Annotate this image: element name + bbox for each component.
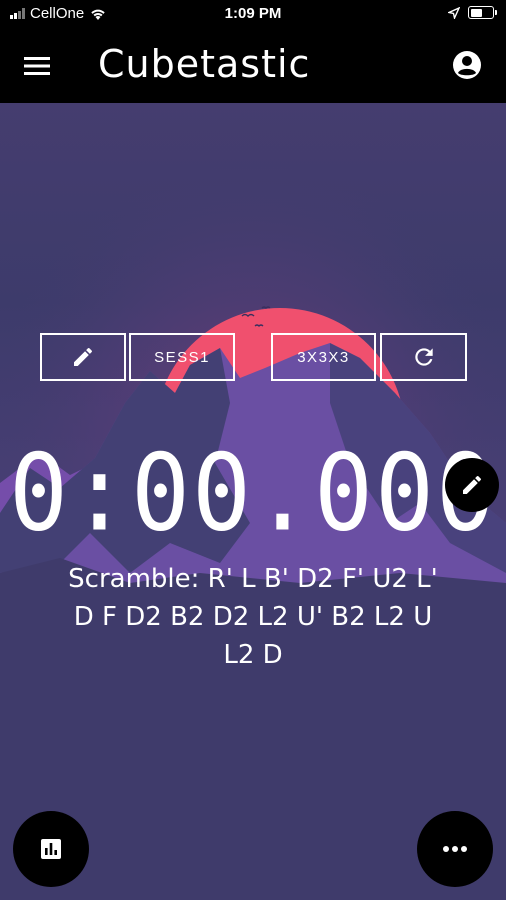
account-circle-icon: [453, 51, 481, 79]
location-arrow-icon: [448, 6, 460, 19]
app-bar: Cubetastic: [0, 28, 506, 103]
more-options-button[interactable]: [417, 811, 493, 887]
puzzle-type-button[interactable]: 3X3X3: [271, 333, 376, 381]
menu-button[interactable]: [24, 54, 52, 78]
refresh-scramble-button[interactable]: [380, 333, 467, 381]
status-right: [448, 6, 497, 19]
more-horizontal-icon: [443, 846, 467, 852]
scramble-text: Scramble: R' L B' D2 F' U2 L' D F D2 B2 …: [68, 564, 438, 670]
edit-time-button[interactable]: [445, 458, 499, 512]
stats-button[interactable]: [13, 811, 89, 887]
bar-chart-icon: [41, 839, 61, 859]
refresh-icon: [414, 348, 433, 366]
app-screen: CellOne 1:09 PM Cubetastic SESS1 3X3X3 0…: [0, 0, 506, 900]
account-button[interactable]: [452, 50, 482, 80]
session-label: SESS1: [154, 348, 210, 366]
app-title: Cubetastic: [98, 42, 311, 86]
timer-display[interactable]: 0:00.000: [0, 441, 506, 547]
battery-level: [470, 8, 483, 17]
pencil-icon: [463, 475, 482, 494]
edit-session-button[interactable]: [40, 333, 126, 381]
session-button[interactable]: SESS1: [129, 333, 235, 381]
battery-icon: [468, 6, 497, 19]
status-bar: CellOne 1:09 PM: [0, 0, 506, 28]
status-time: 1:09 PM: [224, 5, 282, 22]
puzzle-label: 3X3X3: [297, 348, 350, 366]
pencil-icon: [74, 347, 93, 366]
menu-icon: [24, 57, 50, 75]
